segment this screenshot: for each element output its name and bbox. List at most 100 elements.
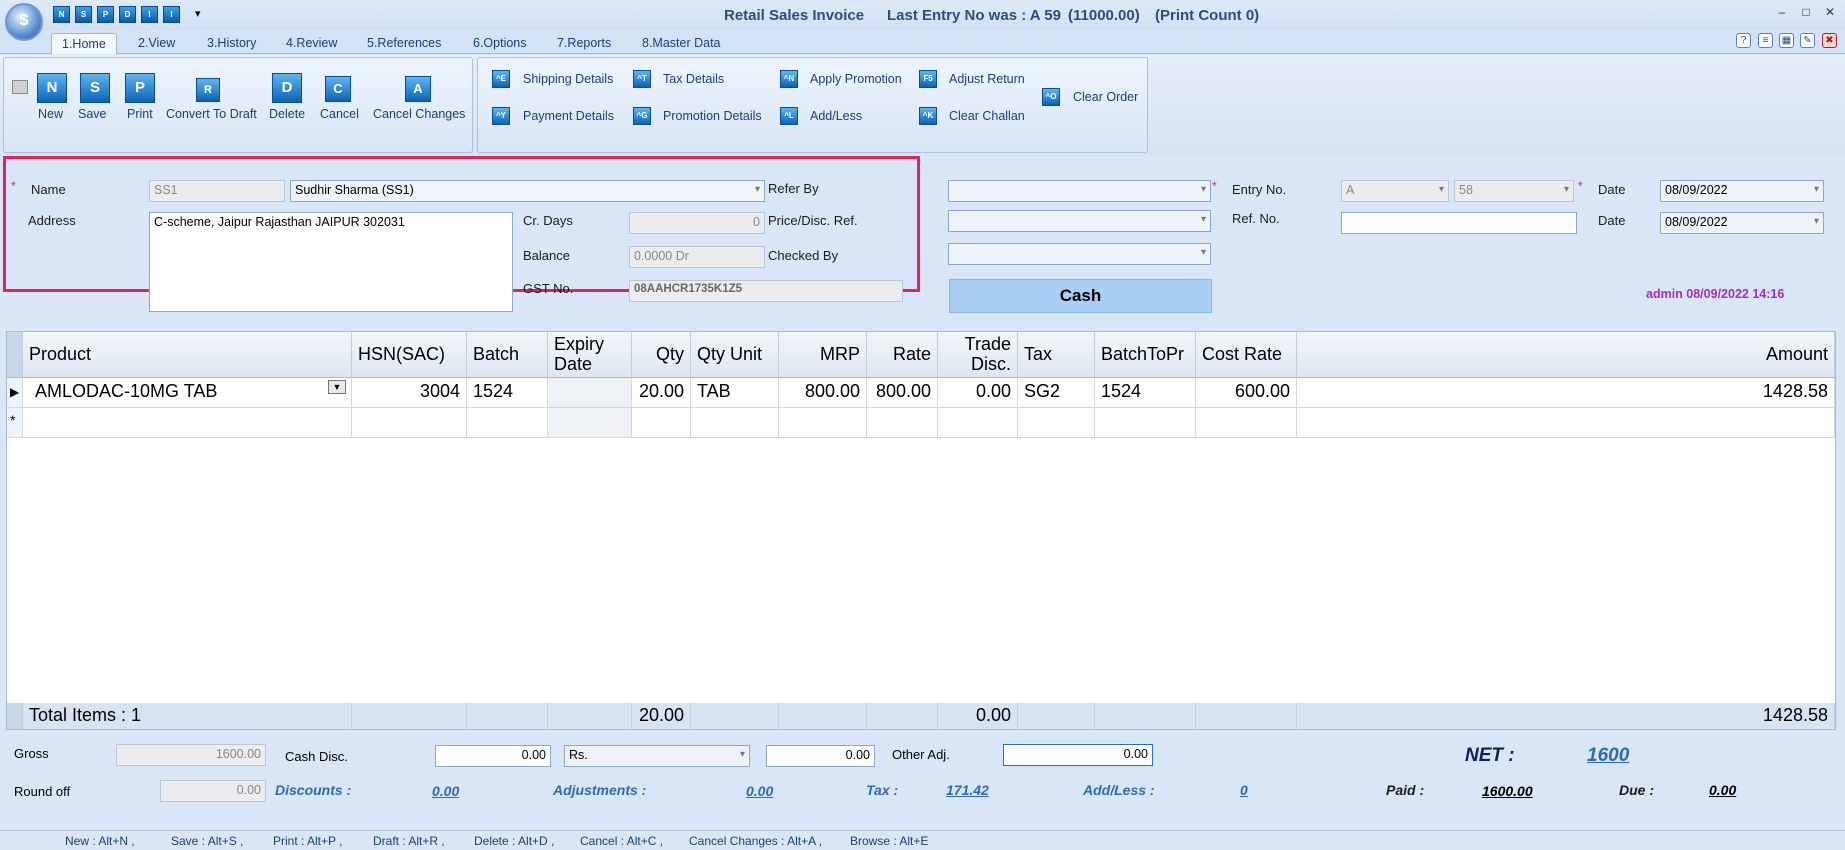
col-qty[interactable]: Qty [632, 332, 691, 378]
tab-reports[interactable]: 7.Reports [547, 33, 621, 54]
col-qty-unit[interactable]: Qty Unit [691, 332, 779, 378]
minimize-icon[interactable]: – [1772, 5, 1792, 23]
col-product[interactable]: Product [23, 332, 352, 378]
quick-action2-icon[interactable]: I [163, 6, 180, 23]
adjust-return-button[interactable]: Adjust Return [949, 72, 1025, 86]
ref-date-picker[interactable]: 08/09/2022 [1660, 212, 1824, 234]
ref-no-input[interactable] [1341, 212, 1577, 234]
entry-series-dropdown[interactable]: A [1341, 180, 1449, 202]
add-less-value[interactable]: 0 [1240, 782, 1248, 798]
tab-view[interactable]: 2.View [128, 33, 185, 54]
calculator-icon[interactable]: ▦ [1779, 33, 1794, 48]
col-batch-to-pr[interactable]: BatchToPr [1095, 332, 1196, 378]
party-name-dropdown[interactable]: Sudhir Sharma (SS1) [290, 180, 765, 202]
quick-save-icon[interactable]: S [75, 6, 92, 23]
balance-input[interactable]: 0.0000 Dr [629, 246, 765, 268]
gst-input[interactable]: 08AAHCR1735K1Z5 [629, 280, 903, 302]
cell-batch[interactable]: 1524 [467, 378, 548, 408]
customize-toolbar-icon[interactable]: ▾ [195, 7, 201, 20]
col-amount[interactable]: Amount [1297, 332, 1835, 378]
convert-to-draft-icon[interactable]: R [196, 78, 220, 102]
adjustments-value[interactable]: 0.00 [746, 783, 773, 799]
tab-master-data[interactable]: 8.Master Data [632, 33, 731, 54]
app-logo-icon[interactable]: $ [5, 3, 43, 41]
cancel-icon[interactable]: C [325, 76, 351, 102]
cash-disc-input[interactable]: 0.00 [435, 745, 551, 767]
col-rate[interactable]: Rate [867, 332, 938, 378]
notes-icon[interactable]: ✎ [1800, 33, 1815, 48]
clear-order-button[interactable]: Clear Order [1073, 90, 1138, 104]
quick-print-icon[interactable]: P [97, 6, 114, 23]
cancel-changes-button[interactable]: Cancel Changes [373, 107, 465, 121]
items-grid[interactable]: Product HSN(SAC) Batch Expiry Date Qty Q… [6, 331, 1836, 730]
cell-rate[interactable]: 800.00 [867, 378, 938, 408]
tax-details-button[interactable]: Tax Details [663, 72, 724, 86]
database-icon[interactable]: ≡ [1758, 33, 1773, 48]
price-disc-ref-dropdown[interactable] [948, 210, 1211, 232]
col-cost-rate[interactable]: Cost Rate [1196, 332, 1297, 378]
new-row-cell[interactable] [1297, 408, 1835, 438]
new-row-cell[interactable] [938, 408, 1018, 438]
shipping-details-button[interactable]: Shipping Details [523, 72, 613, 86]
save-icon[interactable]: S [80, 73, 110, 103]
new-button[interactable]: New [38, 107, 63, 121]
maximize-icon[interactable]: □ [1796, 5, 1816, 23]
cancel-button[interactable]: Cancel [320, 107, 359, 121]
quick-delete-icon[interactable]: D [119, 6, 136, 23]
new-row-cell[interactable] [548, 408, 632, 438]
new-row-cell[interactable] [1018, 408, 1095, 438]
col-mrp[interactable]: MRP [779, 332, 867, 378]
quick-new-icon[interactable]: N [53, 6, 70, 23]
cancel-changes-icon[interactable]: A [405, 76, 431, 102]
new-row-cell[interactable] [691, 408, 779, 438]
cell-tax[interactable]: SG2 [1018, 378, 1095, 408]
cr-days-input[interactable]: 0 [629, 212, 765, 234]
date-picker[interactable]: 08/09/2022 [1660, 180, 1824, 202]
col-tax[interactable]: Tax [1018, 332, 1095, 378]
new-row-cell[interactable] [23, 408, 352, 438]
print-button[interactable]: Print [127, 107, 153, 121]
cash-disc-amount-input[interactable]: 0.00 [766, 745, 875, 767]
refer-by-dropdown[interactable] [948, 180, 1211, 202]
cell-mrp[interactable]: 800.00 [779, 378, 867, 408]
new-row-cell[interactable] [1196, 408, 1297, 438]
cell-batch-to-pr[interactable]: 1524 [1095, 378, 1196, 408]
tab-options[interactable]: 6.Options [463, 33, 537, 54]
discounts-value[interactable]: 0.00 [432, 783, 459, 799]
add-less-button[interactable]: Add/Less [810, 109, 862, 123]
party-code-input[interactable]: SS1 [149, 180, 285, 202]
convert-to-draft-button[interactable]: Convert To Draft [166, 107, 257, 121]
cell-qty-unit[interactable]: TAB [691, 378, 779, 408]
quick-action-icon[interactable]: I [141, 6, 158, 23]
payment-details-button[interactable]: Payment Details [523, 109, 614, 123]
checked-by-dropdown[interactable] [948, 243, 1211, 265]
row-selector-icon[interactable]: ▶ [7, 378, 23, 408]
cash-button[interactable]: Cash [949, 279, 1212, 313]
save-button[interactable]: Save [78, 107, 107, 121]
gross-input[interactable]: 1600.00 [116, 744, 266, 766]
new-row-cell[interactable] [867, 408, 938, 438]
new-row-cell[interactable] [779, 408, 867, 438]
new-row-cell[interactable] [352, 408, 467, 438]
help-icon[interactable]: ? [1736, 33, 1751, 48]
tab-home[interactable]: 1.Home [51, 33, 117, 54]
cell-expiry-date[interactable] [548, 378, 632, 408]
tax-value[interactable]: 171.42 [946, 782, 989, 798]
new-icon[interactable]: N [37, 73, 67, 103]
cell-cost-rate[interactable]: 600.00 [1196, 378, 1297, 408]
clear-challan-button[interactable]: Clear Challan [949, 109, 1025, 123]
new-row-cell[interactable] [467, 408, 548, 438]
tab-review[interactable]: 4.Review [276, 33, 347, 54]
cell-product[interactable]: AMLODAC-10MG TAB [23, 378, 352, 408]
entry-number-input[interactable]: 58 [1454, 180, 1574, 202]
new-row-cell[interactable] [1095, 408, 1196, 438]
close-icon[interactable]: ✕ [1820, 5, 1840, 23]
product-dropdown-icon[interactable]: ▼ [328, 380, 346, 394]
col-trade-disc[interactable]: Trade Disc. [938, 332, 1018, 378]
apply-promotion-button[interactable]: Apply Promotion [810, 72, 902, 86]
col-expiry-date[interactable]: Expiry Date [548, 332, 632, 378]
promotion-details-button[interactable]: Promotion Details [663, 109, 762, 123]
tab-history[interactable]: 3.History [197, 33, 266, 54]
delete-button[interactable]: Delete [269, 107, 305, 121]
cell-amount[interactable]: 1428.58 [1297, 378, 1835, 408]
